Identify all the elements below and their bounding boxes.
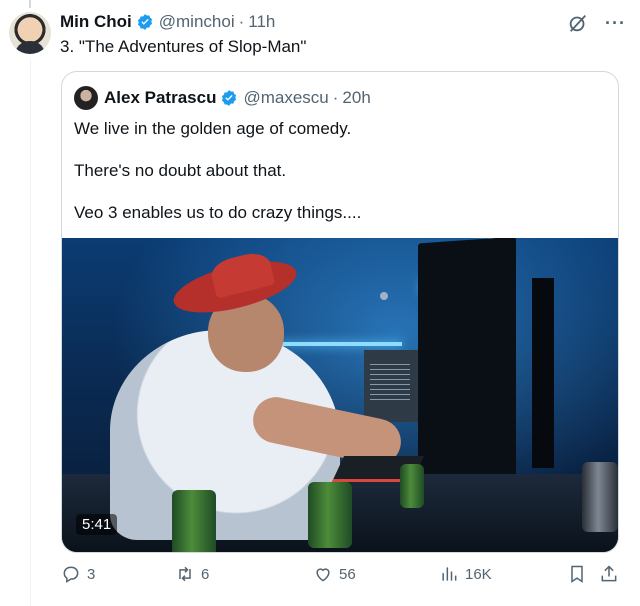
tweet-text: 3. "The Adventures of Slop-Man"	[60, 37, 307, 56]
author-handle[interactable]: @minchoi	[159, 12, 235, 32]
action-bar: 3 6 56 16K	[61, 564, 621, 590]
soda-can	[308, 482, 352, 548]
views-icon	[442, 567, 457, 581]
quoted-tweet-text: We live in the golden age of comedy. The…	[74, 118, 361, 244]
heart-icon	[316, 568, 330, 582]
header-actions: ···	[567, 12, 626, 34]
repost-count: 6	[201, 565, 210, 583]
share-icon	[601, 565, 617, 582]
soda-can	[172, 490, 216, 552]
repost-button[interactable]: 6	[175, 564, 209, 584]
quoted-avatar[interactable]	[74, 86, 98, 110]
views-count: 16K	[465, 565, 492, 583]
repost-icon	[179, 566, 191, 582]
bookmark-button[interactable]	[567, 564, 587, 584]
monitor-stand	[532, 278, 554, 468]
more-icon[interactable]: ···	[605, 14, 626, 32]
thread-rail	[30, 60, 31, 606]
share-button[interactable]	[599, 564, 619, 584]
quoted-author-handle[interactable]: @maxescu	[243, 88, 328, 108]
soda-can	[582, 462, 618, 532]
separator-dot: ·	[238, 12, 245, 31]
soda-can	[400, 464, 424, 508]
author-name[interactable]: Min Choi	[60, 12, 132, 32]
video-duration: 5:41	[76, 514, 118, 535]
reply-button[interactable]: 3	[61, 564, 95, 584]
timestamp[interactable]: 11h	[248, 12, 275, 32]
like-count: 56	[339, 565, 356, 583]
quoted-timestamp[interactable]: 20h	[342, 88, 370, 108]
quoted-paragraph: There's no doubt about that.	[74, 161, 287, 180]
views-button[interactable]: 16K	[439, 564, 492, 584]
thread-connector	[29, 0, 31, 8]
quoted-paragraph: We live in the golden age of comedy.	[74, 119, 352, 138]
lamp	[380, 292, 388, 300]
quoted-paragraph: Veo 3 enables us to do crazy things....	[74, 203, 362, 222]
quoted-author-name[interactable]: Alex Patrascu	[104, 88, 216, 108]
monitor	[418, 238, 516, 494]
grok-icon[interactable]	[567, 12, 589, 34]
reply-icon	[63, 566, 79, 583]
like-button[interactable]: 56	[313, 564, 356, 584]
background-monitor	[364, 350, 420, 422]
quoted-tweet[interactable]: Alex Patrascu @maxescu · 20h We live in …	[61, 71, 619, 553]
quoted-tweet-header: Alex Patrascu @maxescu · 20h	[74, 86, 371, 110]
verified-badge-icon[interactable]	[220, 89, 238, 107]
reply-count: 3	[87, 565, 96, 583]
bookmark-icon	[571, 565, 583, 583]
verified-badge-icon[interactable]	[136, 13, 154, 31]
avatar[interactable]	[9, 12, 51, 54]
tweet-header: Min Choi @minchoi · 11h	[60, 12, 275, 32]
video-player[interactable]: 5:41	[62, 238, 618, 552]
separator-dot: ·	[332, 88, 339, 107]
